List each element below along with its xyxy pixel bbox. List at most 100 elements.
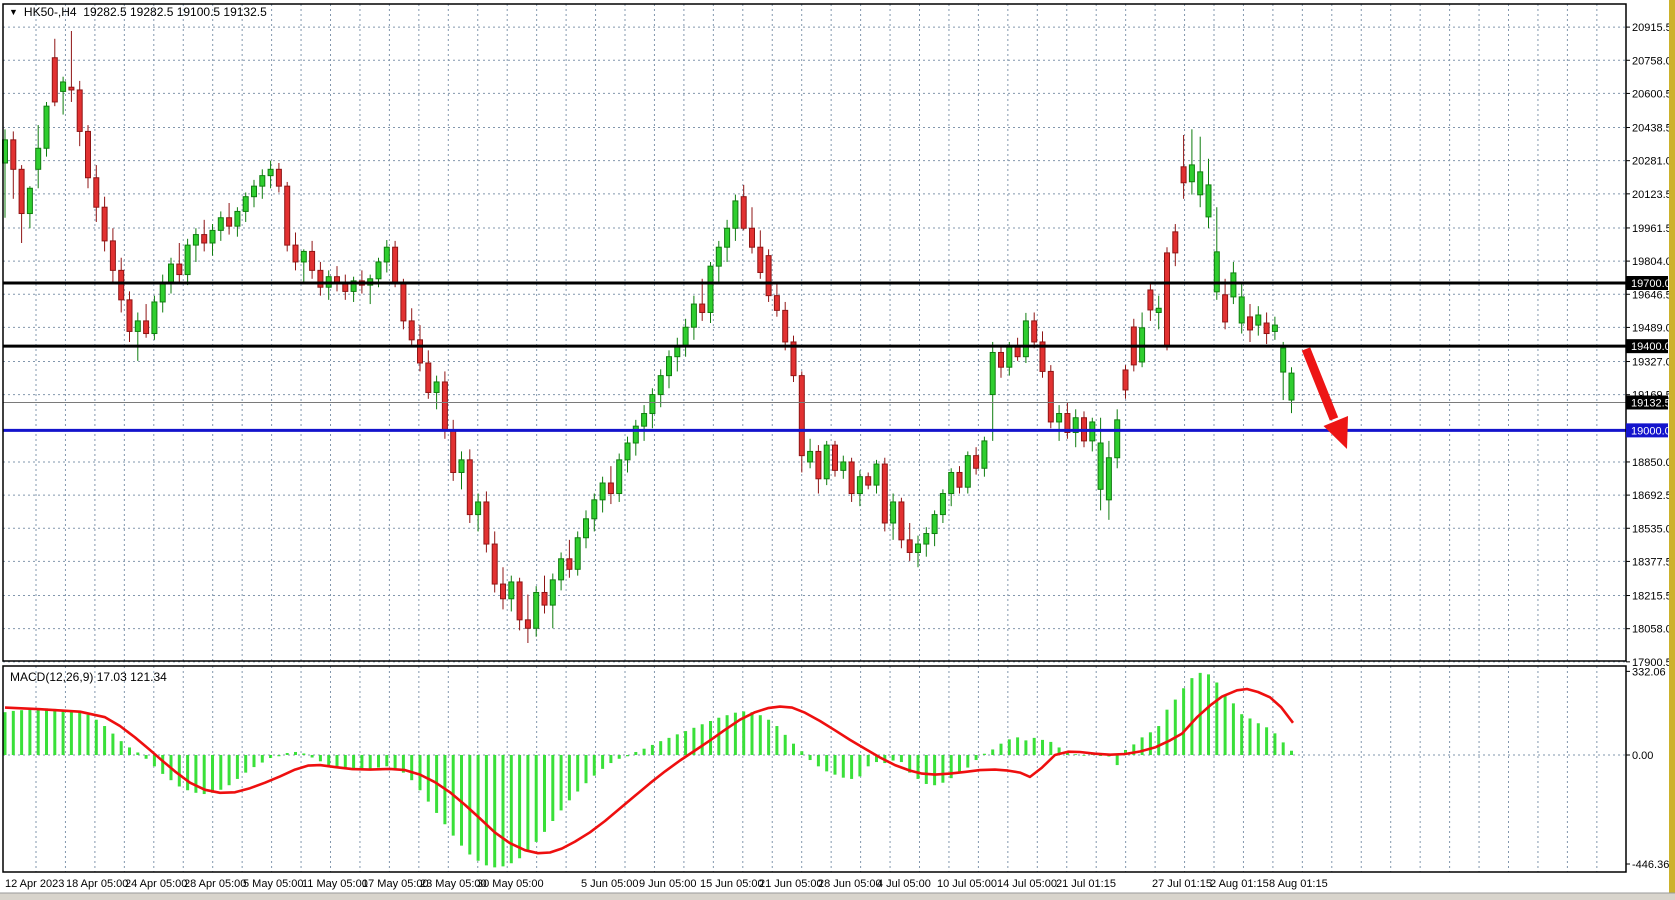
candle-body — [169, 264, 174, 283]
candle-body — [1289, 373, 1294, 400]
candle-body — [451, 430, 456, 472]
candle-body — [260, 176, 265, 187]
candle-body — [110, 241, 115, 270]
date-label: 10 Jul 05:00 — [937, 878, 997, 890]
candle-body — [534, 592, 539, 628]
candle-body — [1189, 165, 1194, 182]
candle-body — [592, 500, 597, 519]
candle-body — [667, 357, 672, 376]
candle-body — [1057, 414, 1062, 422]
macd-tick-label: 332.06 — [1632, 666, 1666, 678]
date-label: 28 Apr 05:00 — [184, 878, 246, 890]
candle-body — [177, 264, 182, 275]
candle-body — [409, 321, 414, 340]
candle-body — [567, 559, 572, 570]
candle-body — [19, 169, 24, 213]
candle-body — [708, 266, 713, 312]
candle-body — [907, 540, 912, 553]
candle-body — [1173, 232, 1178, 253]
candle-body — [268, 169, 273, 175]
candle-body — [990, 352, 995, 394]
price-tick-label: 20281.0 — [1632, 156, 1672, 168]
candle-body — [617, 460, 622, 494]
candle-body — [650, 395, 655, 414]
price-tick-label: 20758.0 — [1632, 55, 1672, 67]
candle-body — [119, 270, 124, 299]
candle-body — [509, 582, 514, 599]
chart-canvas[interactable]: 20915.520758.020600.520438.520281.020123… — [0, 0, 1675, 900]
price-tick-label: 19489.0 — [1632, 322, 1672, 334]
candle-body — [235, 211, 240, 226]
candle-body — [816, 451, 821, 478]
price-tick-label: 19646.5 — [1632, 289, 1672, 301]
candle-body — [1015, 346, 1020, 357]
date-label: 9 Jun 05:00 — [639, 878, 697, 890]
candle-body — [492, 544, 497, 584]
candle-body — [476, 502, 481, 515]
candle-body — [575, 538, 580, 570]
candle-body — [1231, 273, 1236, 297]
candle-body — [1023, 321, 1028, 357]
candle-body — [584, 519, 589, 538]
candle-body — [783, 310, 788, 342]
price-tick-label: 18377.5 — [1632, 556, 1672, 568]
price-tick-label: 20438.5 — [1632, 123, 1672, 135]
date-label: 18 Apr 05:00 — [66, 878, 128, 890]
candle-body — [1181, 167, 1186, 183]
candle-body — [1156, 308, 1161, 312]
candle-body — [77, 90, 82, 131]
candle-body — [185, 245, 190, 274]
candle-body — [982, 441, 987, 468]
candle-body — [94, 178, 99, 207]
candle-body — [733, 201, 738, 228]
price-tag-19400.0: 19400.0 — [1626, 339, 1671, 353]
candle-body — [741, 197, 746, 229]
price-tick-label: 18692.5 — [1632, 490, 1672, 502]
candle-body — [608, 483, 613, 494]
candle-body — [857, 477, 862, 494]
candle-body — [252, 186, 257, 197]
candle-body — [683, 327, 688, 346]
candle-body — [808, 451, 813, 462]
date-label: 11 May 05:00 — [302, 878, 368, 890]
candle-body — [750, 228, 755, 247]
candle-body — [393, 247, 398, 283]
candle-body — [1239, 297, 1244, 323]
candle-body — [318, 270, 323, 287]
candle-body — [965, 456, 970, 488]
candle-body — [36, 148, 41, 169]
candle-body — [633, 426, 638, 443]
candle-body — [1123, 370, 1128, 390]
candle-body — [932, 515, 937, 534]
candle-body — [675, 346, 680, 357]
candle-body — [1214, 252, 1219, 292]
date-label: 28 Jun 05:00 — [818, 878, 882, 890]
candle-body — [924, 534, 929, 545]
price-tag-value: 19400.0 — [1631, 341, 1671, 353]
candle-body — [401, 283, 406, 321]
price-tag-value: 19700.0 — [1631, 278, 1671, 290]
candle-body — [824, 445, 829, 479]
candle-body — [525, 620, 530, 628]
window-right-edge — [1669, 0, 1675, 900]
candle-body — [1098, 443, 1103, 489]
candle-body — [501, 584, 506, 599]
candle-body — [193, 235, 198, 246]
price-tick-label: 19327.0 — [1632, 357, 1672, 369]
date-label: 5 May 05:00 — [243, 878, 304, 890]
price-tick-label: 20123.5 — [1632, 189, 1672, 201]
date-label: 5 Jun 05:00 — [581, 878, 639, 890]
candle-body — [774, 296, 779, 311]
candle-body — [841, 462, 846, 470]
candle-body — [127, 300, 132, 332]
date-label: 27 Jul 01:15 — [1152, 878, 1212, 890]
candle-body — [949, 472, 954, 493]
candle-body — [1272, 325, 1277, 331]
candle-body — [144, 321, 149, 334]
candle-body — [1281, 348, 1286, 372]
candle-body — [376, 262, 381, 279]
candle-body — [600, 483, 605, 500]
candle-body — [135, 321, 140, 332]
candle-body — [940, 494, 945, 515]
candle-body — [550, 580, 555, 605]
